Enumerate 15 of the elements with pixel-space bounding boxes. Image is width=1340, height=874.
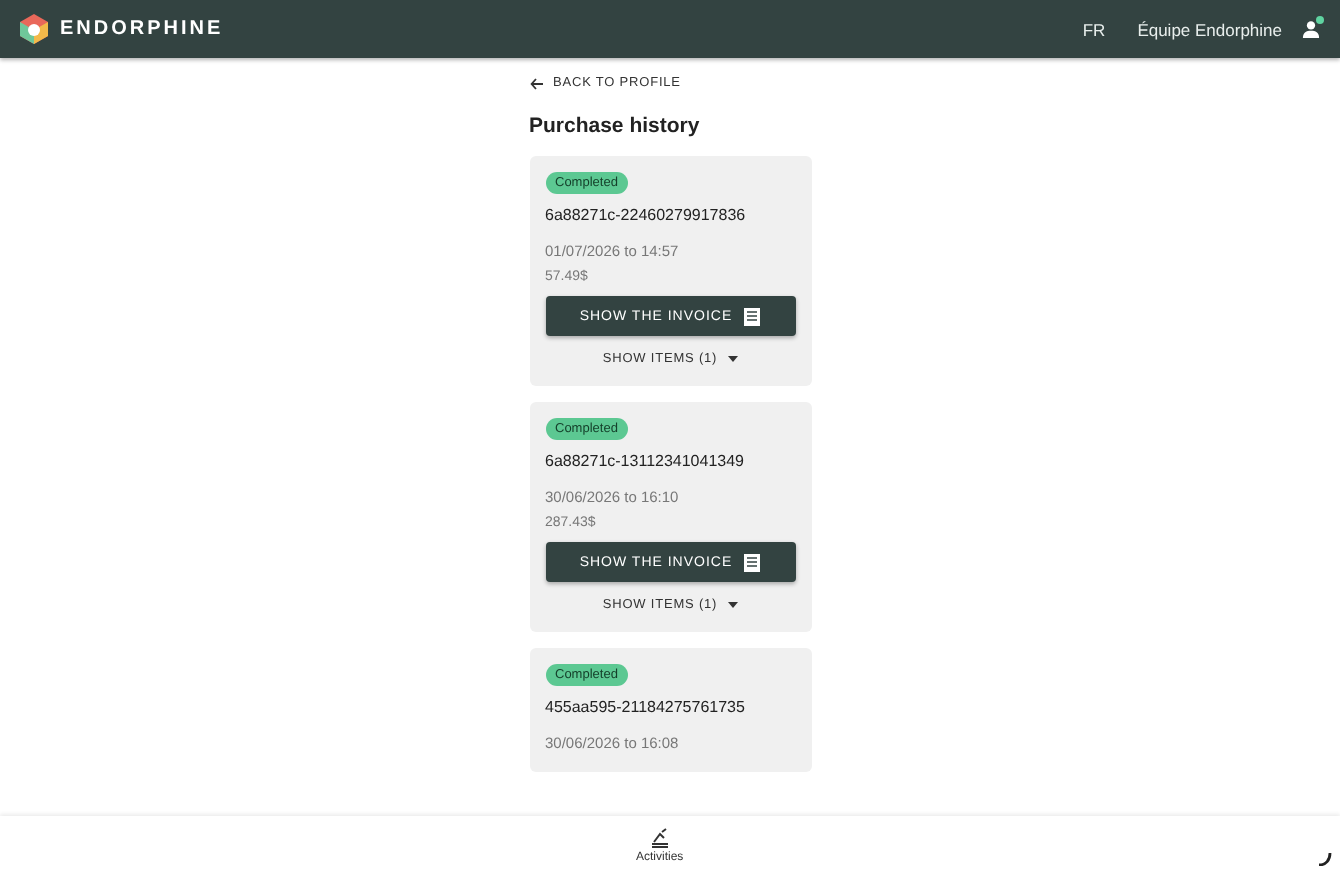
page-title: Purchase history	[529, 114, 702, 138]
order-id: 455aa595-21184275761735	[545, 698, 745, 716]
activity-icon	[649, 827, 670, 847]
order-id: 6a88271c-22460279917836	[545, 206, 746, 224]
order-id: 6a88271c-13112341041349	[545, 452, 745, 470]
caret-icon	[727, 356, 738, 362]
user-icon[interactable]	[1302, 20, 1320, 38]
brand-name[interactable]: ENDORPHINE	[60, 18, 224, 40]
caret-icon	[727, 602, 738, 608]
user-name[interactable]: Équipe Endorphine	[1137, 19, 1282, 39]
document-icon	[744, 553, 761, 571]
document-icon	[744, 307, 761, 325]
language-selector[interactable]: FR	[1082, 19, 1106, 39]
back-arrow-icon	[529, 77, 543, 89]
logo-icon	[20, 14, 48, 44]
